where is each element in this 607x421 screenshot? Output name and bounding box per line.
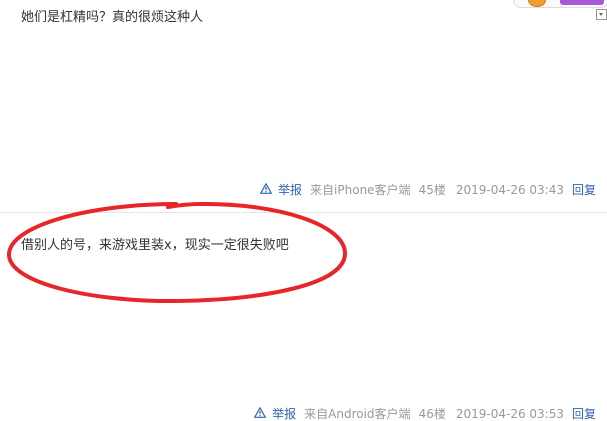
post-45: 她们是杠精吗？真的很烦这种人 举报 来自iPhone客户端 45楼 2019-0… [0,0,607,212]
client-source: 来自Android客户端 [304,407,411,421]
report-button[interactable]: 举报 [254,407,296,421]
post-tail: 举报 来自iPhone客户端 45楼 2019-04-26 03:43 回复 [260,183,596,197]
client-source: 来自iPhone客户端 [310,183,411,197]
report-label: 举报 [278,183,303,197]
post-tail: 举报 来自Android客户端 46楼 2019-04-26 03:53 回复 [254,407,596,421]
post-content: 借别人的号，来游戏里装x，现实一定很失败吧 [21,238,289,253]
floor-number: 46楼 [418,407,446,421]
report-button[interactable]: 举报 [260,183,302,197]
warning-icon [260,183,273,194]
warning-icon [254,407,267,418]
floor-number: 45楼 [418,183,446,197]
report-label: 举报 [272,407,297,421]
reply-button[interactable]: 回复 [572,183,596,197]
post-time: 2019-04-26 03:53 [455,407,564,421]
post-content: 她们是杠精吗？真的很烦这种人 [21,10,204,25]
reply-button[interactable]: 回复 [572,407,596,421]
post-time: 2019-04-26 03:43 [455,183,564,197]
post-46: 借别人的号，来游戏里装x，现实一定很失败吧 举报 来自Android客户端 46… [0,213,607,421]
